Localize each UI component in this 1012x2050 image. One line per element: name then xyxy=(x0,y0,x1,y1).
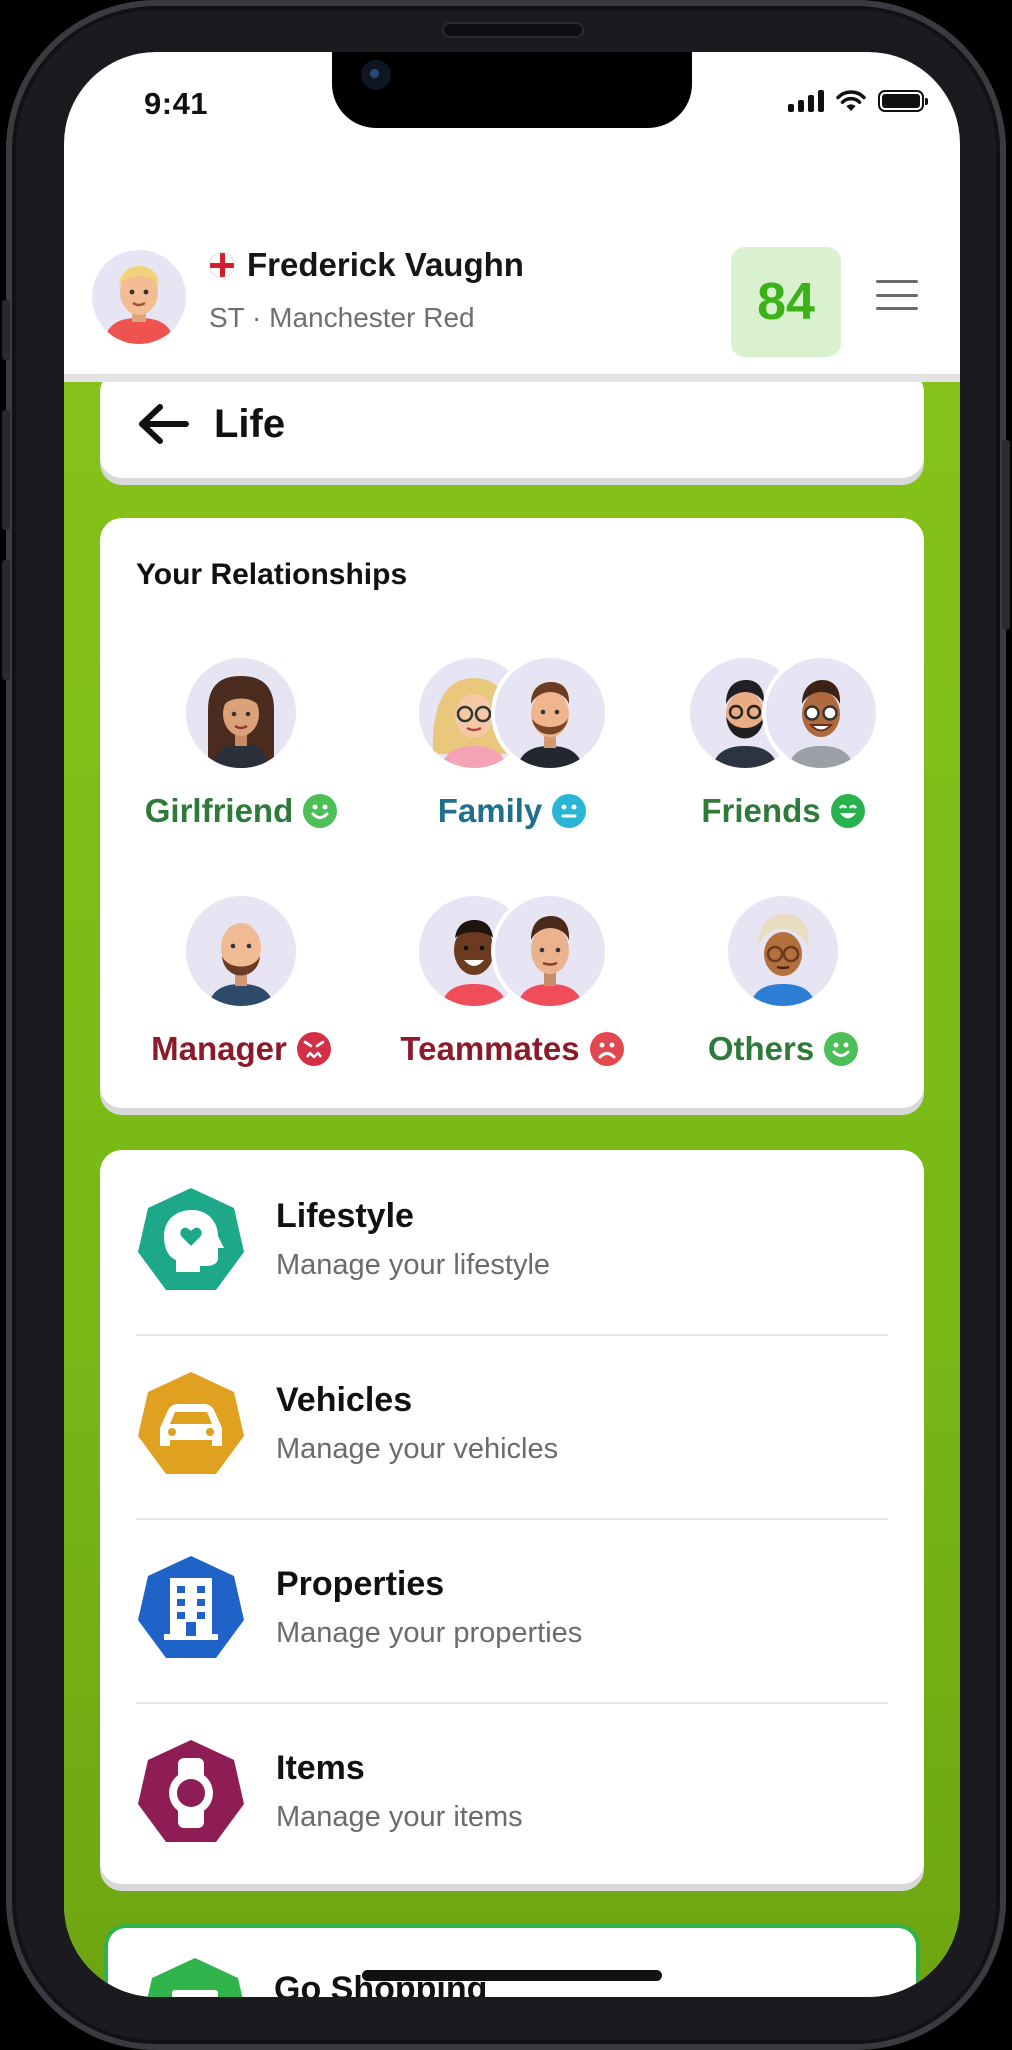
relationships-title: Your Relationships xyxy=(136,558,408,591)
watch-icon xyxy=(138,1740,244,1842)
player-position-team: ST · Manchester Red xyxy=(209,302,475,333)
player-rating-badge: 84 xyxy=(731,247,841,357)
menu-item-title: Vehicles xyxy=(276,1381,413,1419)
happy-face-icon xyxy=(303,794,338,828)
car-icon xyxy=(138,1372,244,1474)
phone-frame: 9:41 Frederick Vaughn ST · Manchester Re… xyxy=(2,0,1010,2050)
relationship-girlfriend[interactable]: Girlfriend xyxy=(104,654,378,834)
manager-avatar xyxy=(182,892,300,1010)
relationship-label: Friends xyxy=(701,792,821,829)
menu-item-subtitle: Manage your lifestyle xyxy=(276,1249,551,1281)
relationship-friends[interactable]: Friends xyxy=(646,654,920,834)
family-member-avatar xyxy=(491,654,609,772)
back-arrow-icon[interactable] xyxy=(138,404,190,444)
teammate-avatar xyxy=(491,892,609,1010)
relationships-card: Your Relationships Girlfriend Family Fri… xyxy=(100,518,924,1108)
happy-face-icon xyxy=(824,1032,859,1066)
menu-item-properties[interactable]: Properties Manage your properties xyxy=(136,1518,888,1702)
grinning-face-icon xyxy=(830,794,865,828)
speaker-grille xyxy=(442,22,584,38)
player-avatar[interactable] xyxy=(92,250,186,344)
profile-header: Frederick Vaughn ST · Manchester Red 84 xyxy=(64,152,960,382)
menu-item-title: Lifestyle xyxy=(276,1197,414,1235)
relationship-label: Others xyxy=(707,1030,815,1067)
wifi-icon xyxy=(836,90,866,111)
life-menu-card: Lifestyle Manage your lifestyle Vehicles… xyxy=(100,1150,924,1884)
sad-face-icon xyxy=(589,1032,624,1066)
menu-item-subtitle: Manage your properties xyxy=(276,1617,583,1649)
menu-item-items[interactable]: Items Manage your items xyxy=(136,1702,888,1886)
relationship-label: Girlfriend xyxy=(144,792,294,829)
menu-item-title: Items xyxy=(276,1749,365,1787)
shopping-icon xyxy=(147,1958,243,1997)
girlfriend-avatar xyxy=(182,654,300,772)
cellular-signal-icon xyxy=(788,90,824,112)
relationship-label: Manager xyxy=(151,1030,287,1067)
angry-face-icon xyxy=(296,1032,331,1066)
relationship-label: Family xyxy=(437,792,543,829)
notch xyxy=(332,52,692,128)
england-flag-icon xyxy=(209,252,235,278)
menu-item-lifestyle[interactable]: Lifestyle Manage your lifestyle xyxy=(136,1150,888,1334)
page-title-bar: Life xyxy=(100,370,924,478)
others-avatar xyxy=(724,892,842,1010)
relationship-manager[interactable]: Manager xyxy=(104,892,378,1072)
status-time: 9:41 xyxy=(144,86,209,121)
hamburger-menu-icon[interactable] xyxy=(876,280,918,310)
menu-item-subtitle: Manage your items xyxy=(276,1801,523,1833)
neutral-face-icon xyxy=(552,794,587,828)
relationship-family[interactable]: Family xyxy=(375,654,649,834)
go-shopping-card[interactable]: Go Shopping xyxy=(104,1924,920,1997)
menu-item-title: Properties xyxy=(276,1565,445,1603)
menu-item-vehicles[interactable]: Vehicles Manage your vehicles xyxy=(136,1334,888,1518)
head-heart-icon xyxy=(138,1188,244,1290)
relationship-teammates[interactable]: Teammates xyxy=(375,892,649,1072)
home-indicator[interactable] xyxy=(362,1970,662,1981)
relationship-label: Teammates xyxy=(400,1030,580,1067)
player-name: Frederick Vaughn xyxy=(247,246,524,283)
relationship-others[interactable]: Others xyxy=(646,892,920,1072)
app-screen: 9:41 Frederick Vaughn ST · Manchester Re… xyxy=(64,52,960,1997)
building-icon xyxy=(138,1556,244,1658)
menu-item-subtitle: Manage your vehicles xyxy=(276,1433,559,1465)
page-title: Life xyxy=(214,401,286,446)
friend-avatar xyxy=(762,654,880,772)
battery-icon xyxy=(878,90,928,112)
